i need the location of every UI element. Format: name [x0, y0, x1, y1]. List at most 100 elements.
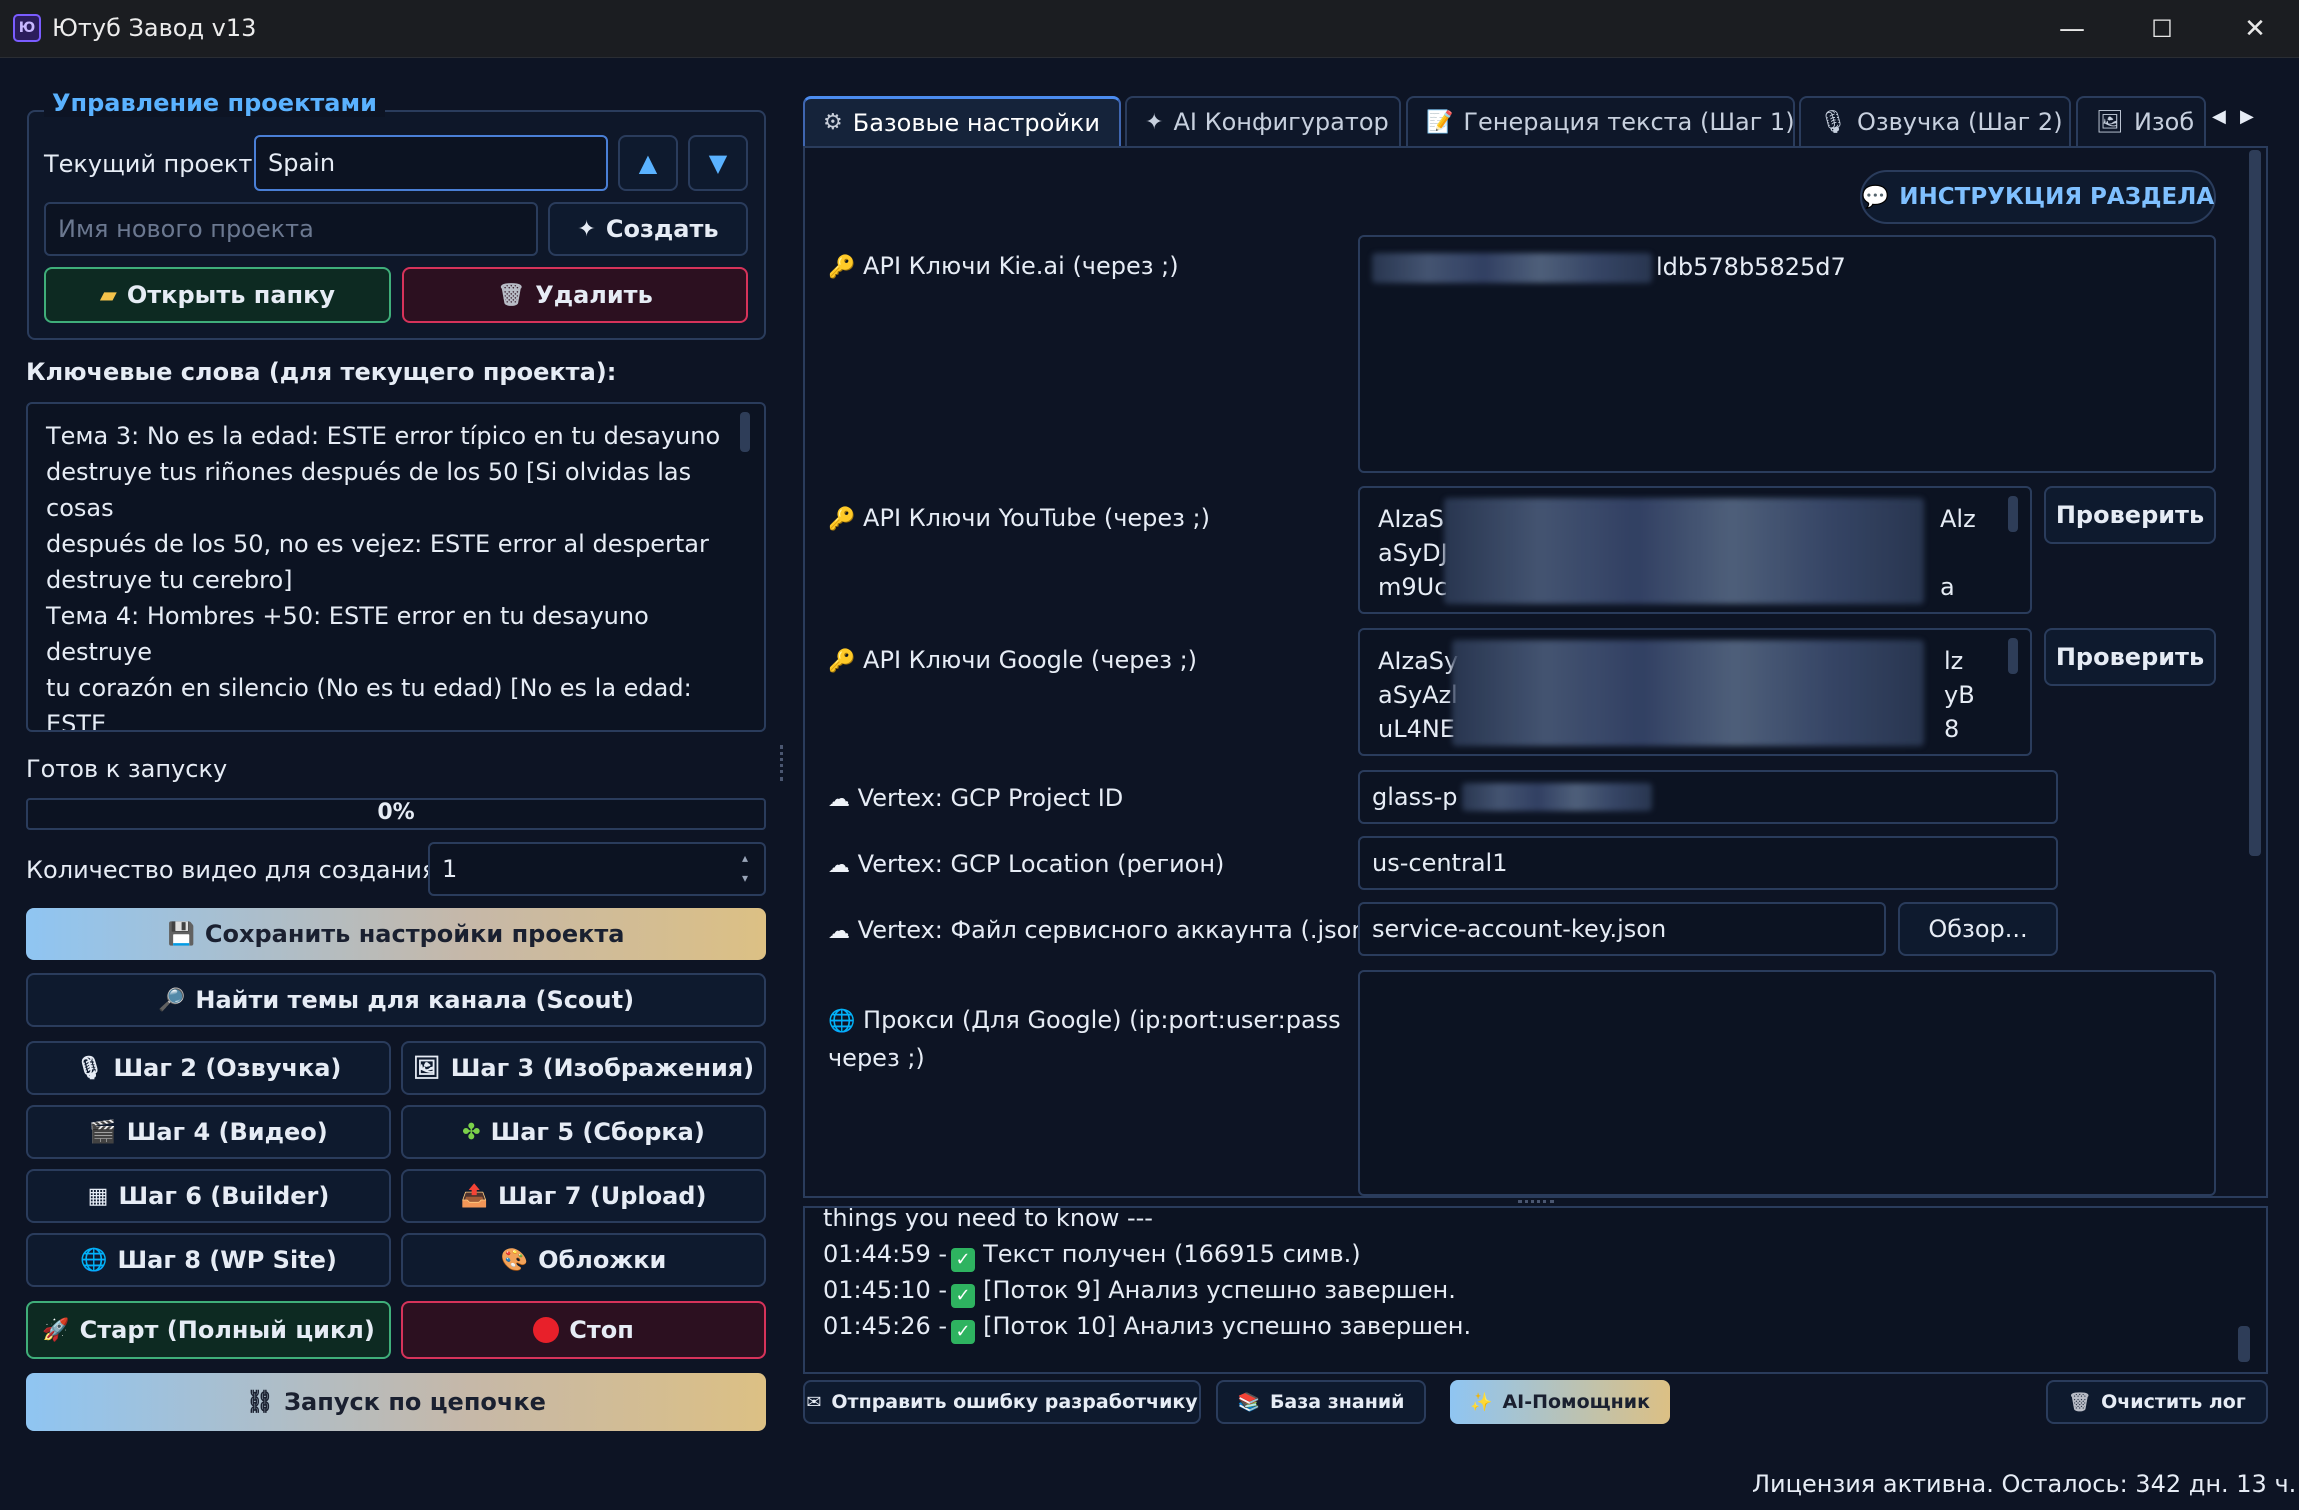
- step3-button[interactable]: 🖼 Шаг 3 (Изображения): [401, 1041, 766, 1095]
- video-count-value: 1: [442, 855, 458, 883]
- delete-label: Удалить: [535, 281, 653, 309]
- new-project-placeholder: Имя нового проекта: [58, 215, 314, 243]
- kie-keys-label-text: API Ключи Kie.ai (через ;): [863, 252, 1179, 280]
- delete-project-button[interactable]: 🗑 Удалить: [402, 267, 748, 323]
- log-text: Текст получен (166915 симв.): [983, 1240, 1361, 1268]
- new-project-input[interactable]: Имя нового проекта: [44, 202, 538, 256]
- google-keys-scrollbar[interactable]: [2008, 638, 2018, 674]
- start-button[interactable]: 🚀 Старт (Полный цикл): [26, 1301, 391, 1359]
- keyword-line: tu corazón en silencio (No es tu edad) […: [46, 674, 692, 732]
- create-project-button[interactable]: ✦ Создать: [548, 202, 748, 256]
- key-icon: 🔑: [828, 649, 856, 674]
- close-button[interactable]: ✕: [2220, 4, 2290, 54]
- tab-ai-configurator[interactable]: ✦ AI Конфигуратор: [1125, 96, 1401, 146]
- report-error-label: Отправить ошибку разработчику: [831, 1391, 1198, 1413]
- browse-label: Обзор...: [1928, 915, 2028, 943]
- log-entry: 01:45:10 - ✓ [Поток 9] Анализ успешно заве…: [823, 1272, 2248, 1308]
- gcp-project-input[interactable]: glass-p: [1358, 770, 2058, 824]
- log-time: 01:45:26 -: [823, 1312, 948, 1340]
- report-error-button[interactable]: ✉ Отправить ошибку разработчику: [803, 1380, 1201, 1424]
- envelope-icon: ✉: [806, 1391, 822, 1413]
- knowledge-base-button[interactable]: 📚 База знаний: [1216, 1380, 1426, 1424]
- step6-button[interactable]: ▦ Шаг 6 (Builder): [26, 1169, 391, 1223]
- minimize-button[interactable]: —: [2037, 4, 2107, 54]
- proxy-textarea[interactable]: [1358, 970, 2216, 1196]
- log-entry: 01:45:26 - ✓ [Поток 10] Анализ успешно зав…: [823, 1308, 2248, 1344]
- scout-label: Найти темы для канала (Scout): [195, 986, 635, 1014]
- check-google-button[interactable]: Проверить: [2044, 628, 2216, 686]
- log-text: [Поток 9] Анализ успешно завершен.: [983, 1276, 1456, 1304]
- trash-icon: 🗑: [2068, 1391, 2092, 1413]
- gcp-location-label: ☁ Vertex: GCP Location (регион): [828, 850, 1224, 878]
- step2-button[interactable]: 🎙 Шаг 2 (Озвучка): [26, 1041, 391, 1095]
- video-count-spinbox[interactable]: 1: [428, 842, 766, 896]
- section-instruction-button[interactable]: 💬 ИНСТРУКЦИЯ РАЗДЕЛА: [1860, 170, 2216, 224]
- check-youtube-button[interactable]: Проверить: [2044, 486, 2216, 544]
- redacted-key: [1372, 253, 1652, 283]
- open-folder-button[interactable]: ▰ Открыть папку: [44, 267, 391, 323]
- create-label: Создать: [605, 215, 719, 243]
- keywords-textarea[interactable]: Тема 3: No es la edad: ESTE error típico…: [26, 402, 766, 732]
- video-count-label: Количество видео для создания:: [26, 856, 445, 884]
- youtube-keys-textarea[interactable]: AIzaS aSyDJ m9Uc Alz a: [1358, 486, 2032, 614]
- check-mark-icon: ✓: [951, 1248, 976, 1272]
- magnifier-icon: 🔎: [157, 987, 186, 1013]
- step5-label: Шаг 5 (Сборка): [490, 1118, 705, 1146]
- check-label: Проверить: [2055, 501, 2205, 529]
- ai-assistant-button[interactable]: ✨ AI-Помощник: [1450, 1380, 1670, 1424]
- step8-button[interactable]: 🌐 Шаг 8 (WP Site): [26, 1233, 391, 1287]
- youtube-keys-scrollbar[interactable]: [2008, 496, 2018, 532]
- tab-scroll-left-icon[interactable]: ◀: [2212, 106, 2226, 127]
- service-account-input[interactable]: service-account-key.json: [1358, 902, 1886, 956]
- gcp-project-label: ☁ Vertex: GCP Project ID: [828, 784, 1123, 812]
- gcp-location-label-text: Vertex: GCP Location (регион): [857, 850, 1225, 878]
- tab-text-generation[interactable]: 📝 Генерация текста (Шаг 1): [1406, 96, 1795, 146]
- gear-icon: ⚙: [823, 110, 843, 135]
- rocket-icon: 🚀: [42, 1317, 70, 1343]
- gcp-project-value: glass-p: [1372, 783, 1458, 811]
- current-project-input[interactable]: Spain: [254, 135, 608, 191]
- kie-keys-label: 🔑 API Ключи Kie.ai (через ;): [828, 252, 1179, 280]
- youtube-key-tail: [1940, 536, 1976, 570]
- chain-label: Запуск по цепочке: [283, 1388, 546, 1416]
- google-keys-label-text: API Ключи Google (через ;): [863, 646, 1198, 674]
- move-down-button[interactable]: ▼: [688, 135, 748, 191]
- panel-scrollbar[interactable]: [2249, 150, 2261, 856]
- tab-voiceover[interactable]: 🎙 Озвучка (Шаг 2): [1799, 96, 2071, 146]
- books-icon: 📚: [1237, 1391, 1260, 1413]
- keywords-scrollbar[interactable]: [740, 412, 750, 452]
- gcp-location-input[interactable]: us-central1: [1358, 836, 2058, 890]
- memo-icon: 📝: [1426, 109, 1454, 135]
- step4-button[interactable]: 🎬 Шаг 4 (Видео): [26, 1105, 391, 1159]
- clear-log-button[interactable]: 🗑 Очистить лог: [2046, 1380, 2268, 1424]
- tab-scroll-right-icon[interactable]: ▶: [2240, 106, 2254, 127]
- chain-run-button[interactable]: ⛓ Запуск по цепочке: [26, 1373, 766, 1431]
- picture-icon: 🖼: [2096, 109, 2124, 135]
- trash-icon: 🗑: [497, 282, 526, 308]
- step5-button[interactable]: ✤ Шаг 5 (Сборка): [401, 1105, 766, 1159]
- log-scrollbar[interactable]: [2238, 1326, 2250, 1362]
- log-area[interactable]: things you need to know --- 01:44:59 - ✓ Т…: [803, 1206, 2268, 1374]
- move-up-button[interactable]: ▲: [618, 135, 678, 191]
- step7-button[interactable]: 📤 Шаг 7 (Upload): [401, 1169, 766, 1223]
- splitter-handle[interactable]: [780, 745, 786, 781]
- stop-button[interactable]: Стоп: [401, 1301, 766, 1359]
- keyword-line: destruye tu cerebro]: [46, 566, 293, 594]
- current-project-label: Текущий проект:: [44, 150, 261, 178]
- covers-button[interactable]: 🎨 Обложки: [401, 1233, 766, 1287]
- scout-button[interactable]: 🔎 Найти темы для канала (Scout): [26, 973, 766, 1027]
- maximize-button[interactable]: ☐: [2127, 4, 2197, 54]
- proxy-label-line: Прокси (Для Google) (ip:port:user:pass: [863, 1006, 1341, 1034]
- license-status: Лицензия активна. Осталось: 342 дн. 13 ч…: [1752, 1470, 2297, 1498]
- redacted-project: [1461, 783, 1652, 811]
- tab-basic-settings[interactable]: ⚙ Базовые настройки: [803, 96, 1121, 146]
- cloud-icon: ☁: [828, 853, 850, 878]
- tab-images[interactable]: 🖼 Изоб: [2076, 96, 2206, 146]
- google-keys-textarea[interactable]: AIzaSy aSyAzl uL4NE lz yB 8: [1358, 628, 2032, 756]
- checkered-flag-icon: ▦: [87, 1183, 109, 1209]
- browse-button[interactable]: Обзор...: [1898, 902, 2058, 956]
- google-key-tail: lz: [1944, 647, 1964, 675]
- kie-keys-textarea[interactable]: ldb578b5825d7: [1358, 235, 2216, 473]
- spin-arrows-icon[interactable]: ▴ ▾: [742, 848, 748, 888]
- save-settings-button[interactable]: 💾 Сохранить настройки проекта: [26, 908, 766, 960]
